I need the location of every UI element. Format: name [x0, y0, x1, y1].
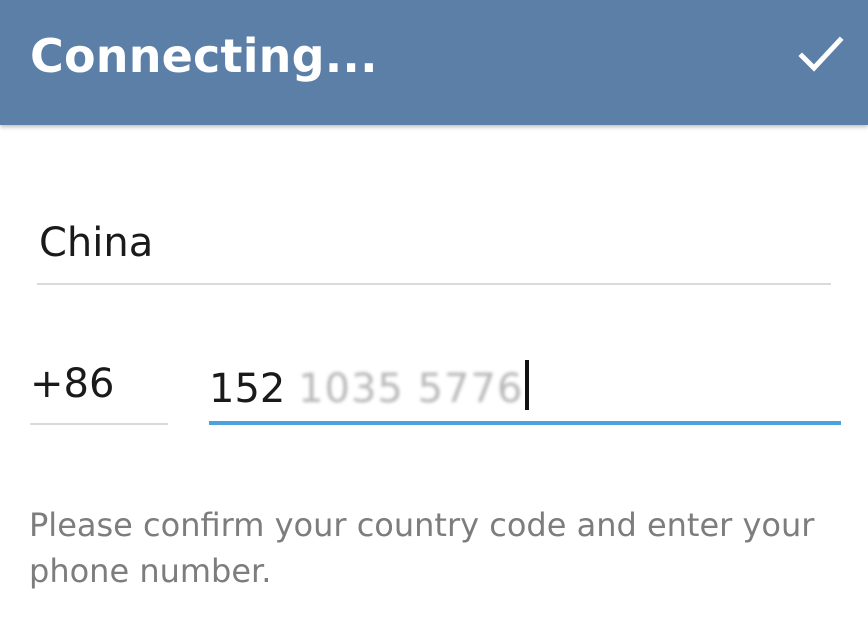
- country-name: China: [39, 220, 154, 266]
- phone-number-input[interactable]: 152 1035 5776: [209, 345, 841, 425]
- country-underline: [37, 283, 831, 285]
- phone-number-value: 152 1035 5776: [209, 360, 530, 413]
- country-selector[interactable]: China: [37, 205, 831, 285]
- phone-login-screen: Connecting... China +86 152 1035 5776 Pl…: [0, 0, 868, 642]
- phone-number-obscured: 1035 5776: [298, 366, 524, 412]
- done-button[interactable]: [796, 30, 846, 80]
- page-title: Connecting...: [30, 29, 378, 83]
- phone-number-prefix: 152: [209, 366, 286, 412]
- text-cursor: [525, 360, 530, 410]
- instruction-text: Please confirm your country code and ent…: [29, 506, 815, 590]
- country-code-input[interactable]: +86: [30, 345, 168, 425]
- country-code-underline: [30, 423, 168, 425]
- action-bar: Connecting...: [0, 0, 868, 125]
- country-code-value: +86: [30, 361, 115, 407]
- phone-number-underline-focused: [209, 421, 841, 425]
- checkmark-icon: [798, 36, 844, 72]
